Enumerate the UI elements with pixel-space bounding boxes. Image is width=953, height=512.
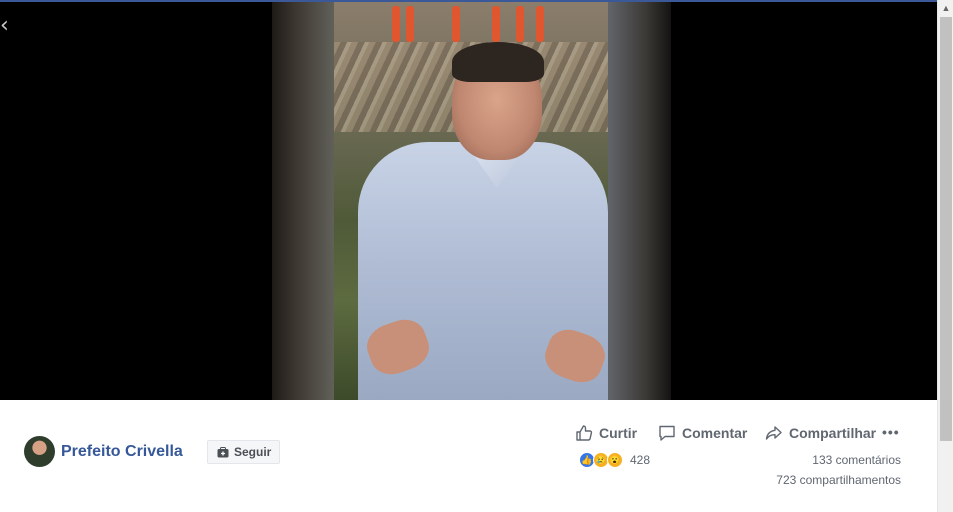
video-player[interactable]: ‹ — [0, 2, 937, 400]
comment-button[interactable]: Comentar — [658, 424, 747, 442]
follow-button[interactable]: Seguir — [207, 440, 280, 464]
speaker-hair — [452, 42, 544, 82]
follow-icon — [217, 446, 229, 457]
comment-bubble-icon — [659, 425, 675, 441]
share-label: Compartilhar — [789, 425, 877, 441]
share-arrow-icon — [765, 426, 782, 440]
worker-figure — [452, 6, 460, 42]
follow-label: Seguir — [234, 445, 272, 459]
worker-figure — [516, 6, 524, 42]
reactions-summary[interactable]: 👍 😢 😮 428 — [579, 451, 650, 469]
like-button[interactable]: Curtir — [575, 424, 637, 442]
chevron-left-icon[interactable]: ‹ — [0, 14, 16, 38]
share-button[interactable]: Compartilhar — [765, 424, 876, 442]
worker-figure — [392, 6, 400, 42]
scrollbar[interactable]: ▲ — [937, 0, 953, 512]
thumbs-up-icon — [576, 425, 593, 441]
avatar[interactable] — [24, 436, 55, 467]
like-label: Curtir — [599, 425, 638, 441]
scrollbar-thumb[interactable] — [940, 17, 952, 441]
wow-reaction-icon: 😮 — [607, 452, 623, 468]
comments-count-link[interactable]: 133 comentários — [812, 453, 901, 467]
post-info-bar: Prefeito Crivella Seguir Curtir Comentar… — [0, 400, 937, 512]
reaction-count: 428 — [630, 453, 651, 467]
more-options-button[interactable]: ••• — [882, 424, 902, 442]
worker-figure — [536, 6, 544, 42]
worker-figure — [492, 6, 500, 42]
scroll-up-arrow-icon[interactable]: ▲ — [938, 0, 953, 16]
video-blur-left — [272, 2, 334, 400]
shares-count-link[interactable]: 723 compartilhamentos — [776, 473, 901, 487]
worker-figure — [406, 6, 414, 42]
page-name-link[interactable]: Prefeito Crivella — [61, 443, 183, 461]
comment-label: Comentar — [682, 425, 748, 441]
video-blur-right — [608, 2, 671, 400]
video-frame — [334, 2, 608, 400]
